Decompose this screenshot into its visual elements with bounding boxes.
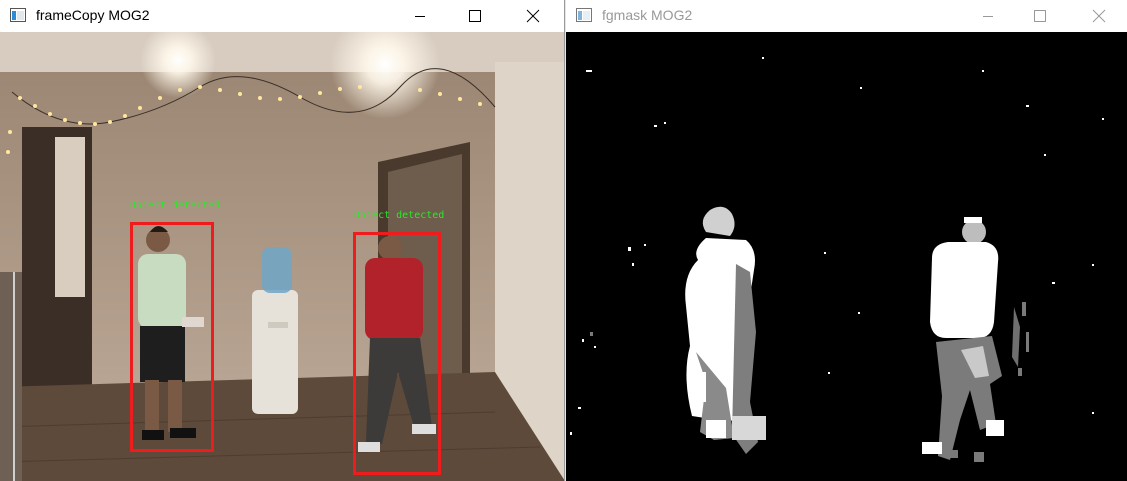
camera-frame: Object detected Object detected	[0, 32, 564, 481]
camera-scene	[0, 32, 564, 481]
framecopy-window[interactable]: frameCopy MOG2 Object detected Object de…	[0, 0, 565, 481]
titlebar[interactable]: frameCopy MOG2	[0, 0, 564, 32]
app-window-icon	[10, 8, 26, 22]
mask-blob-left	[685, 206, 766, 454]
close-button[interactable]	[1076, 0, 1122, 32]
maximize-icon	[469, 10, 481, 22]
maximize-button[interactable]	[452, 0, 498, 32]
maximize-button[interactable]	[1017, 0, 1063, 32]
close-button[interactable]	[510, 0, 556, 32]
minimize-button[interactable]	[397, 0, 443, 32]
mask-image	[570, 57, 1104, 462]
maximize-icon	[1034, 10, 1046, 22]
close-icon	[526, 9, 540, 23]
app-window-icon	[576, 8, 592, 22]
detection-label-1: Object detected	[130, 200, 221, 211]
window-title: frameCopy MOG2	[36, 7, 150, 23]
mask-blob-right	[922, 217, 1020, 460]
detection-box-1	[130, 222, 214, 452]
minimize-icon	[983, 16, 993, 17]
detection-box-2	[353, 232, 441, 475]
fgmask-window[interactable]: fgmask MOG2	[566, 0, 1127, 481]
window-title: fgmask MOG2	[602, 7, 693, 23]
minimize-icon	[415, 16, 425, 17]
foreground-mask	[566, 32, 1127, 481]
minimize-button[interactable]	[965, 0, 1011, 32]
close-icon	[1092, 9, 1106, 23]
detection-label-2: Object detected	[354, 210, 445, 221]
titlebar[interactable]: fgmask MOG2	[566, 0, 1127, 32]
